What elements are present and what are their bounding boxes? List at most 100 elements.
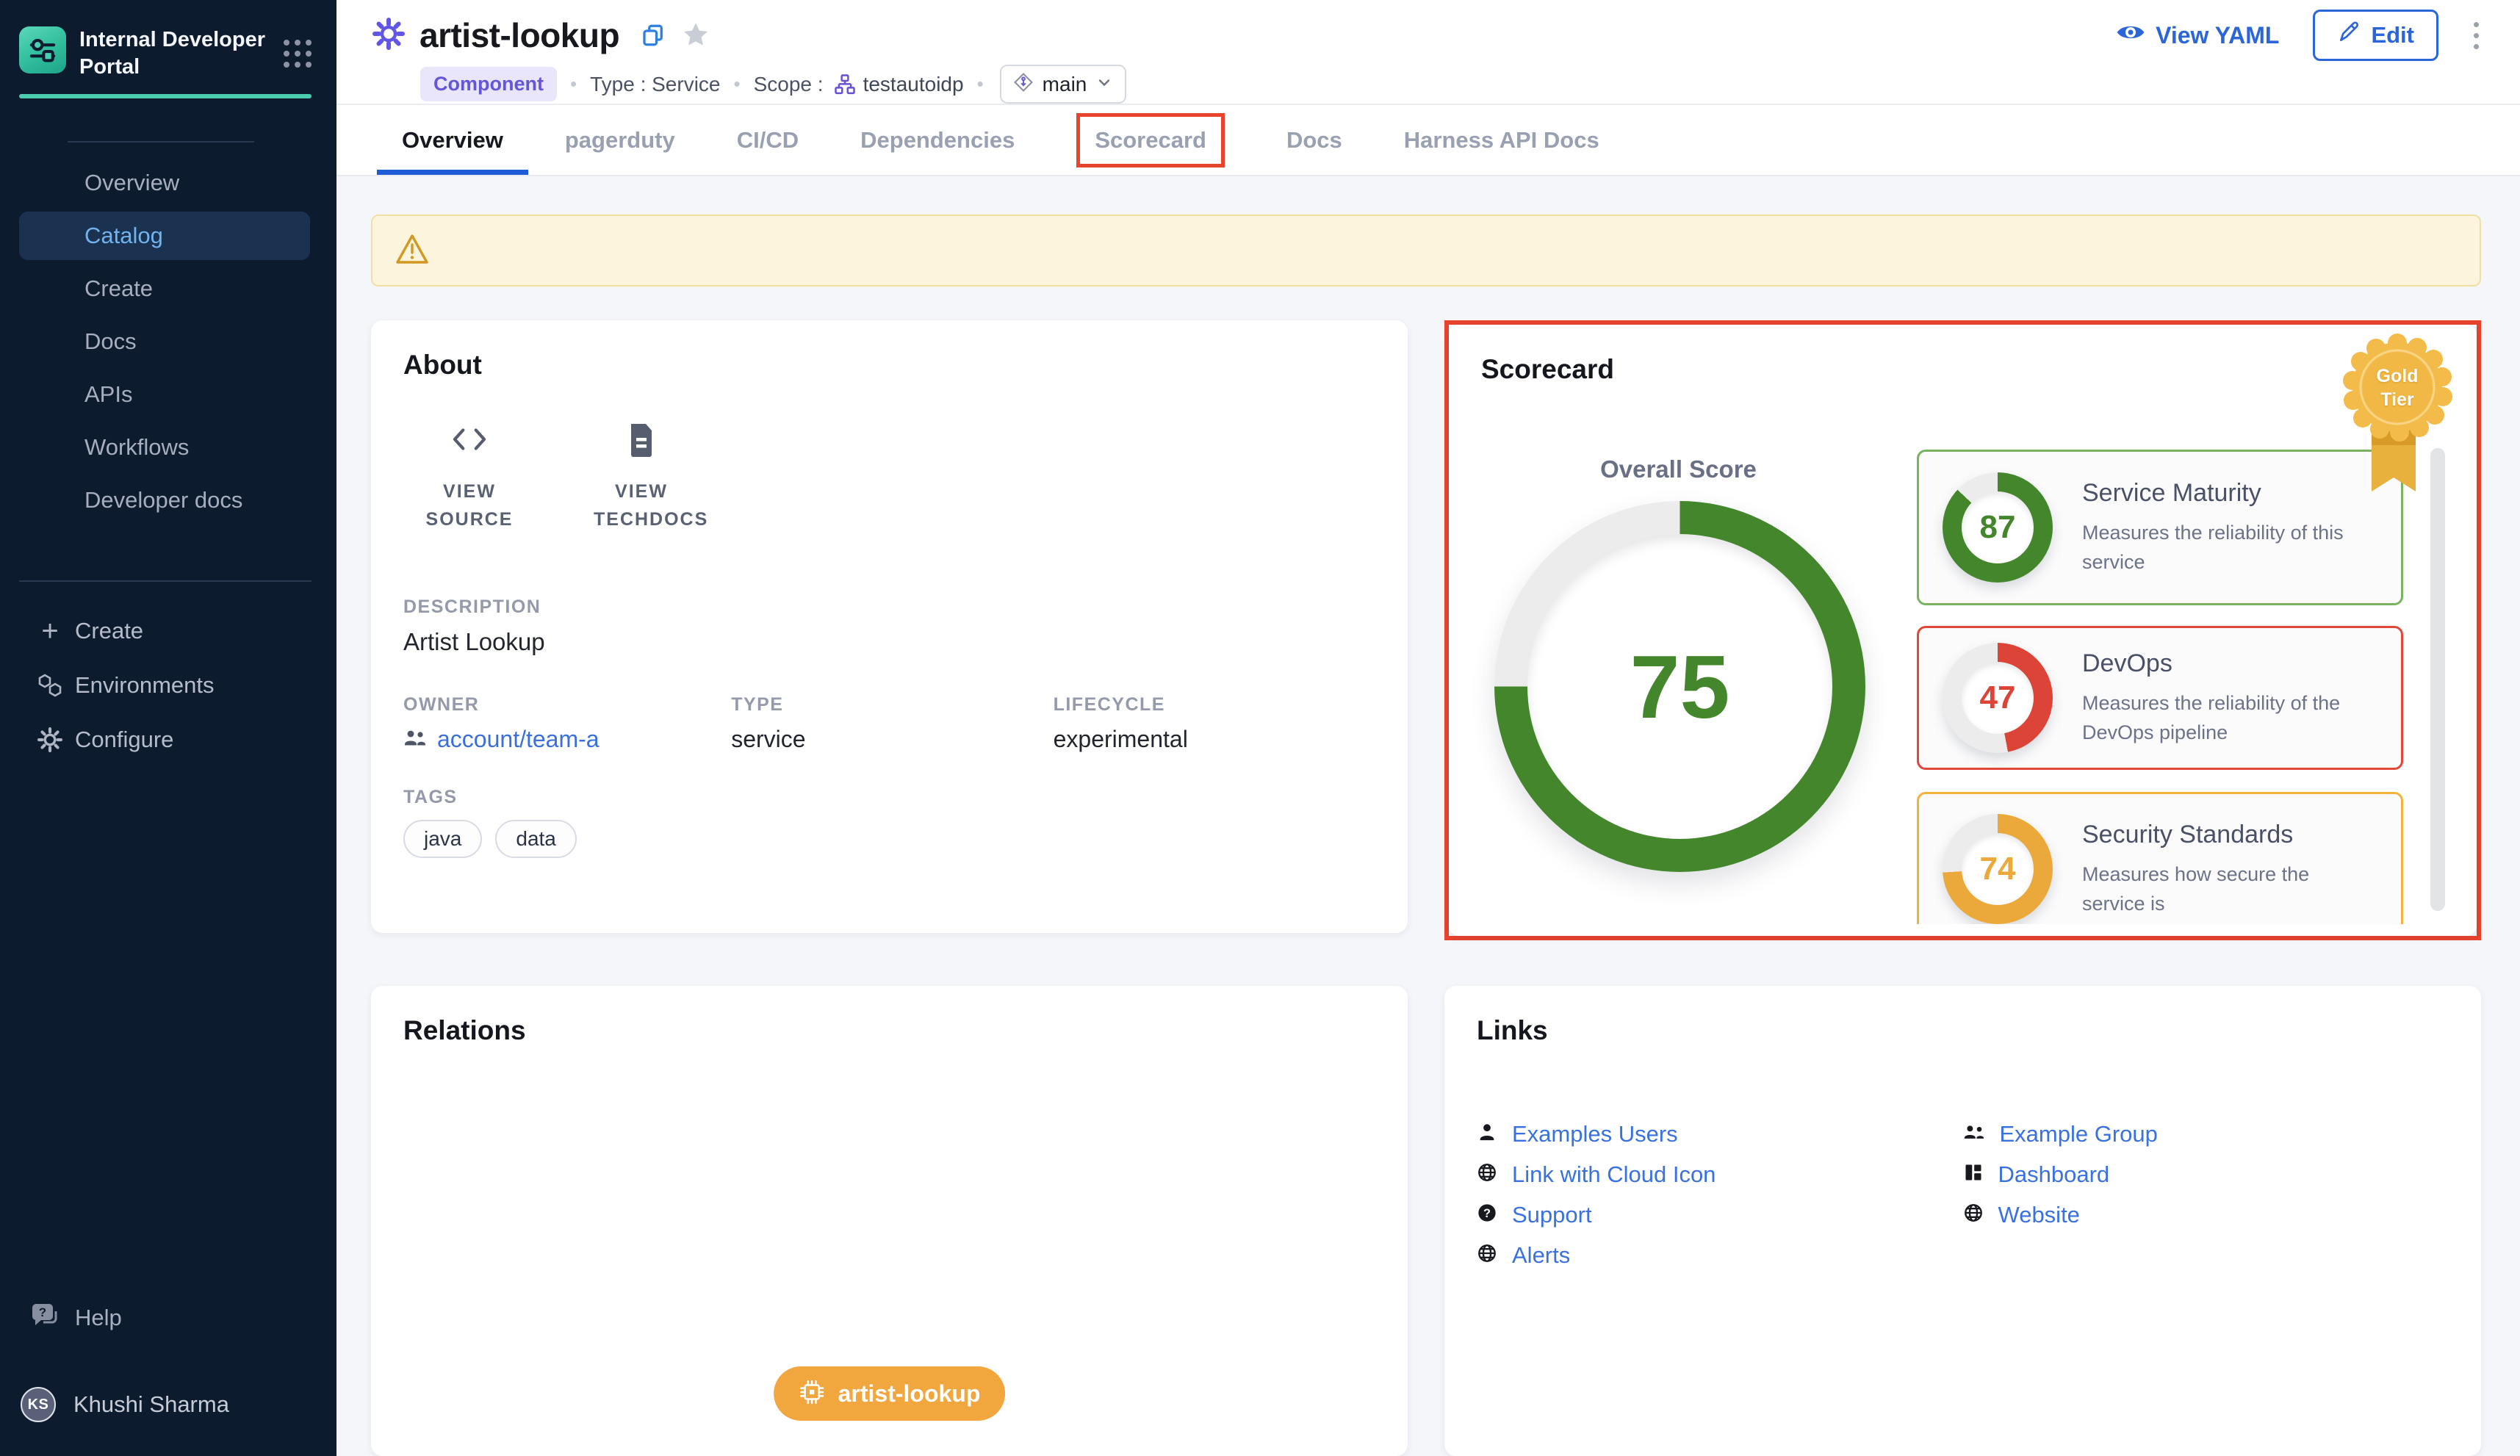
view-yaml-button[interactable]: View YAML — [2116, 21, 2279, 49]
sidebar-item-catalog[interactable]: Catalog — [19, 212, 310, 260]
sidebar-item-overview[interactable]: Overview — [19, 159, 310, 207]
tab-dependencies[interactable]: Dependencies — [829, 105, 1045, 175]
metric-description: Measures how secure the service is — [2082, 859, 2380, 918]
globe-icon — [1963, 1203, 1984, 1227]
links-heading: Links — [1477, 1015, 2449, 1046]
overall-score-label: Overall Score — [1449, 455, 1908, 483]
svg-text:?: ? — [1483, 1207, 1491, 1220]
link-alerts[interactable]: Alerts — [1477, 1244, 1963, 1266]
description-value: Artist Lookup — [403, 628, 1375, 656]
relations-node-artist-lookup[interactable]: artist-lookup — [774, 1366, 1006, 1421]
scope-label: Scope : — [754, 73, 824, 96]
dot-separator — [964, 73, 997, 95]
overview-content: About VIEW SOURCE — [336, 176, 2520, 1456]
owner-link[interactable]: account/team-a — [403, 726, 731, 753]
metric-title: Security Standards — [2082, 821, 2380, 849]
page-title: artist-lookup — [420, 15, 619, 55]
metric-card-devops[interactable]: 47 DevOps Measures the reliability of th… — [1917, 626, 2403, 770]
annotation-highlight-box: Scorecard Overall Score 75 87 Service Ma… — [1444, 320, 2481, 940]
description-label: DESCRIPTION — [403, 597, 1375, 618]
tab-scorecard[interactable]: Scorecard — [1045, 105, 1256, 175]
brand: Internal Developer Portal — [0, 0, 336, 81]
sidebar-item-apis[interactable]: APIs — [19, 370, 310, 419]
sidebar-environments[interactable]: Environments — [0, 658, 336, 713]
sidebar-item-create[interactable]: Create — [19, 264, 310, 313]
links-card: Links Examples Users — [1444, 986, 2481, 1456]
overall-score-gauge: 75 — [1494, 501, 1865, 872]
sidebar-secondary-nav: + Create Environments — [0, 604, 336, 767]
tag-chip[interactable]: java — [403, 820, 482, 858]
metric-gauge: 47 — [1943, 643, 2053, 753]
org-tree-icon — [834, 73, 856, 95]
view-source-button[interactable]: VIEW SOURCE — [403, 420, 536, 533]
metric-card-security-standards[interactable]: 74 Security Standards Measures how secur… — [1917, 792, 2403, 924]
sidebar-configure[interactable]: Configure — [0, 713, 336, 767]
brand-title: Internal Developer Portal — [79, 26, 272, 81]
link-website[interactable]: Website — [1963, 1203, 2449, 1226]
sidebar-nav: Overview Catalog Create Docs APIs Workfl… — [0, 159, 336, 529]
link-cloud-icon[interactable]: Link with Cloud Icon — [1477, 1163, 1963, 1186]
metric-score: 74 — [1943, 814, 2053, 924]
relations-card: Relations — [371, 986, 1408, 1456]
people-icon — [403, 726, 427, 753]
avatar: KS — [21, 1387, 56, 1422]
link-support[interactable]: ? Support — [1477, 1203, 1963, 1226]
chip-icon — [799, 1379, 825, 1409]
metric-score: 47 — [1943, 643, 2053, 753]
type-field: TYPE service — [731, 694, 1053, 753]
metric-description: Measures the reliability of this service — [2082, 518, 2380, 577]
sidebar-create-button[interactable]: + Create — [0, 604, 336, 658]
copy-icon[interactable] — [640, 22, 666, 48]
code-icon — [447, 420, 492, 458]
edit-button[interactable]: Edit — [2313, 10, 2438, 61]
star-icon[interactable] — [681, 21, 710, 50]
svg-text:?: ? — [39, 1305, 46, 1319]
entity-tabs: Overview pagerduty CI/CD Dependencies Sc… — [336, 105, 2520, 176]
branch-selector[interactable]: main — [1000, 65, 1127, 104]
entity-type: Type : Service — [590, 73, 720, 96]
plus-icon: + — [34, 616, 66, 646]
view-techdocs-button[interactable]: VIEW TECHDOCS — [575, 420, 708, 533]
people-icon — [1963, 1122, 1985, 1145]
entity-meta: Component Type : Service Scope : testaut… — [420, 65, 2520, 104]
tab-pagerduty[interactable]: pagerduty — [534, 105, 706, 175]
dot-separator — [721, 73, 754, 95]
pencil-icon — [2337, 21, 2361, 50]
tags-field: TAGS java data — [403, 787, 1375, 858]
user-menu[interactable]: KS Khushi Sharma — [0, 1378, 336, 1431]
globe-icon — [1477, 1162, 1497, 1186]
sidebar-item-docs[interactable]: Docs — [19, 317, 310, 366]
dot-separator — [557, 73, 590, 95]
eye-icon — [2116, 21, 2145, 49]
main-area: artist-lookup View YAM — [336, 0, 2520, 1456]
link-dashboard[interactable]: Dashboard — [1963, 1163, 2449, 1186]
sidebar-item-workflows[interactable]: Workflows — [19, 423, 310, 472]
tab-harness-api-docs[interactable]: Harness API Docs — [1373, 105, 1630, 175]
link-examples-users[interactable]: Examples Users — [1477, 1122, 1963, 1145]
app-switcher-icon[interactable] — [284, 40, 312, 68]
more-options-icon[interactable] — [2469, 18, 2483, 54]
help-button[interactable]: ? Help — [0, 1291, 336, 1344]
warning-icon — [395, 233, 430, 269]
person-icon — [1477, 1122, 1497, 1146]
scorecard-card: Scorecard Overall Score 75 87 Service Ma… — [1449, 325, 2477, 936]
app-logo-icon[interactable] — [19, 26, 66, 73]
branch-icon — [1013, 72, 1034, 96]
sidebar: Internal Developer Portal Overview Catal… — [0, 0, 336, 1456]
doc-icon — [627, 420, 656, 458]
tab-cicd[interactable]: CI/CD — [706, 105, 829, 175]
tab-overview[interactable]: Overview — [371, 105, 534, 175]
sidebar-item-developer-docs[interactable]: Developer docs — [19, 476, 310, 525]
gold-tier-badge: Gold Tier — [2328, 334, 2467, 521]
warning-banner — [371, 215, 2481, 286]
metric-score: 87 — [1943, 472, 2053, 583]
scope-value: testautoidp — [863, 73, 964, 96]
gear-icon — [34, 727, 66, 753]
help-chat-icon: ? — [29, 1301, 63, 1336]
link-example-group[interactable]: Example Group — [1963, 1122, 2449, 1145]
tab-docs[interactable]: Docs — [1256, 105, 1373, 175]
question-icon: ? — [1477, 1203, 1497, 1227]
metric-description: Measures the reliability of the DevOps p… — [2082, 688, 2380, 747]
sidebar-divider — [68, 141, 254, 143]
tag-chip[interactable]: data — [495, 820, 577, 858]
